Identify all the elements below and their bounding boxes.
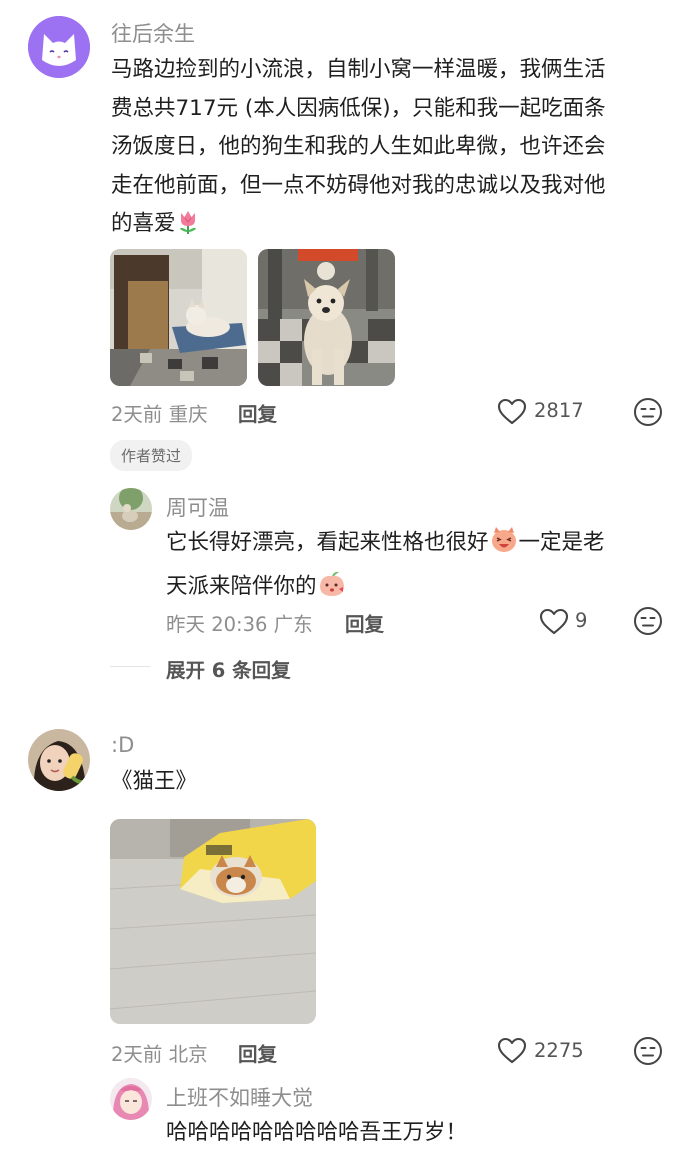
laughing-pig-emoji-icon	[489, 526, 519, 568]
avatar-wanghouyusheng[interactable]	[28, 16, 90, 78]
author-liked-badge: 作者赞过	[110, 440, 193, 471]
puppy-standing-image	[258, 249, 395, 386]
comment-username[interactable]: 往后余生	[111, 18, 195, 48]
dog-photo-1[interactable]	[110, 249, 247, 386]
heart-outline-icon[interactable]	[539, 608, 569, 635]
comment-time: 2天前	[111, 403, 163, 426]
anime-girl-avatar-icon	[110, 1078, 152, 1120]
neutral-face-icon[interactable]	[633, 397, 663, 427]
reply-button[interactable]: 回复	[345, 608, 384, 637]
cat-photo[interactable]	[110, 819, 316, 1024]
comment-location: 重庆	[168, 403, 208, 426]
reply-text-part: 一定是老	[518, 530, 605, 555]
comment-text-line: 费总共717元 (本人因病低保)，只能和我一起吃面条	[111, 95, 606, 121]
reply-text: 它长得好漂亮，看起来性格也很好 一定是老 天派来陪伴你的	[166, 524, 666, 611]
peach-kiss-emoji-icon	[317, 570, 347, 612]
cat-in-bag-image	[110, 819, 316, 1024]
reply-text-part: 天派来陪伴你的	[166, 573, 317, 599]
like-count: 2817	[534, 399, 584, 422]
comment-meta: 2天前 重庆	[111, 398, 208, 427]
reply-button[interactable]: 回复	[238, 1038, 277, 1067]
avatar-smiley-user[interactable]	[28, 729, 90, 791]
reply-text-line: 它长得好漂亮，看起来性格也很好 一定是老	[166, 524, 666, 568]
reply-location: 广东	[273, 613, 313, 636]
reply-username[interactable]: 上班不如睡大觉	[166, 1082, 313, 1112]
heart-outline-icon[interactable]	[497, 398, 527, 425]
like-count: 9	[575, 609, 588, 632]
comment-text-tail: 的喜爱	[111, 211, 176, 236]
comment-text-line: 的喜爱	[111, 205, 671, 249]
comment-text-line: 汤饭度日，他的狗生和我的人生如此卑微，也许还会	[111, 134, 606, 159]
girl-with-corn-avatar-icon	[28, 729, 90, 791]
avatar-zhoukewen[interactable]	[110, 488, 152, 530]
dog-photo-2[interactable]	[258, 249, 395, 386]
heart-outline-icon[interactable]	[497, 1037, 527, 1064]
neutral-face-icon[interactable]	[633, 606, 663, 636]
comment-username[interactable]: :D	[111, 733, 134, 757]
expand-replies-button[interactable]: 展开 6 条回复	[166, 654, 291, 683]
cat-avatar-icon	[28, 16, 90, 78]
scenery-avatar-icon	[110, 488, 152, 530]
reply-username[interactable]: 周可温	[166, 492, 229, 522]
avatar-shangban[interactable]	[110, 1078, 152, 1120]
comment-time: 2天前	[111, 1043, 163, 1066]
like-count: 2275	[534, 1039, 584, 1062]
reply-time: 昨天 20:36	[166, 613, 268, 636]
reply-text: 哈哈哈哈哈哈哈哈哈吾王万岁！	[166, 1120, 468, 1145]
expand-divider	[110, 666, 150, 667]
comment-text-line: 走在他前面，但一点不妨碍他对我的忠诚以及我对他	[111, 172, 606, 198]
dog-in-bed-image	[110, 249, 247, 386]
comment-meta: 2天前 北京	[111, 1038, 208, 1067]
reply-text-line: 天派来陪伴你的	[166, 568, 666, 612]
comment-location: 北京	[168, 1043, 208, 1066]
reply-text-part: 它长得好漂亮，看起来性格也很好	[166, 530, 489, 555]
comment-text-line: 马路边捡到的小流浪，自制小窝一样温暖，我俩生活	[111, 57, 606, 82]
reply-button[interactable]: 回复	[238, 398, 277, 427]
tulip-emoji-icon	[176, 209, 200, 249]
comment-text: 《猫王》	[111, 769, 198, 794]
comment-text: 马路边捡到的小流浪，自制小窝一样温暖，我俩生活 费总共717元 (本人因病低保)…	[111, 51, 671, 249]
neutral-face-icon[interactable]	[633, 1036, 663, 1066]
reply-meta: 昨天 20:36 广东	[166, 608, 313, 637]
